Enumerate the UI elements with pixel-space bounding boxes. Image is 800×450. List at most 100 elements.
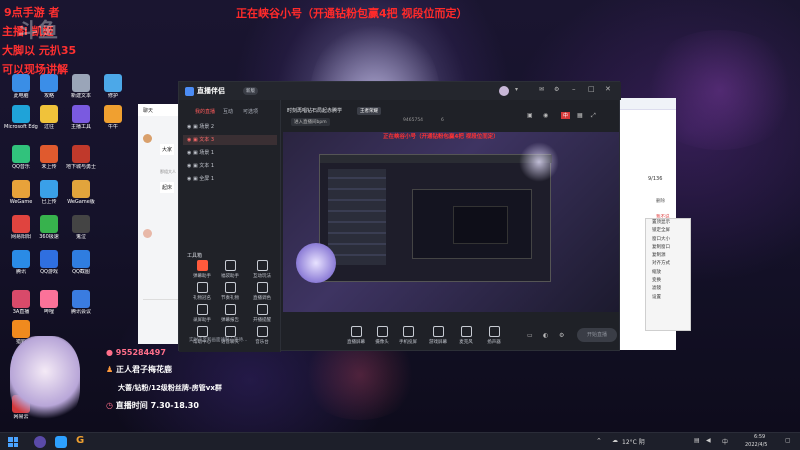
desktop-icon[interactable]: 新建文本 (64, 74, 98, 99)
desktop-icon[interactable]: 巳上传 (32, 180, 66, 205)
app-icon[interactable] (55, 436, 67, 448)
volume-icon[interactable]: ◀ (706, 437, 711, 444)
lock-icon[interactable]: ▣ (527, 112, 533, 119)
context-menu-item[interactable]: 复制源 (646, 252, 690, 260)
desktop-icon[interactable]: 腾讯会议 (64, 290, 98, 315)
toolbox-item[interactable]: 节奏礼物 (217, 282, 243, 301)
toolbox-title: 工具箱 (187, 253, 203, 259)
context-menu-item[interactable]: 设置 (646, 294, 690, 302)
source-button[interactable]: 游戏屏幕 (425, 326, 451, 345)
mode-tag[interactable]: 进入直播间bpm (291, 118, 330, 126)
context-menu[interactable]: 置顶显示 锁定全屏 窗口大小 复制窗口 复制源 对齐方式 缩放 变换 滤镜 设置 (645, 218, 691, 331)
tool-icon (224, 260, 236, 271)
minimize-icon[interactable]: – (572, 85, 576, 93)
source-button[interactable]: 扬声器 (481, 326, 507, 345)
toolbox-item[interactable]: 录屏助手 (189, 304, 215, 323)
source-button[interactable]: 直播屏幕 (343, 326, 369, 345)
game-tag[interactable]: 王者荣耀 (357, 107, 381, 115)
version-badge[interactable]: 新版 (243, 87, 258, 95)
list-item[interactable]: 删除 (656, 198, 665, 204)
browser-icon[interactable]: G (76, 435, 84, 446)
desktop-icon[interactable]: 地下城与勇士 (64, 145, 98, 170)
desktop-icon[interactable]: 牛牛 (96, 105, 130, 130)
source-button[interactable]: 麦克风 (453, 326, 479, 345)
source-label: 直播屏幕 (347, 340, 365, 345)
context-menu-item[interactable]: 对齐方式 (646, 260, 690, 268)
weather-text[interactable]: 12°C 阴 (622, 437, 645, 446)
clock-time[interactable]: 6:59 (754, 434, 765, 440)
settings-icon[interactable]: ⚙ (554, 86, 559, 93)
context-menu-item[interactable]: 窗口大小 (646, 236, 690, 244)
desktop-icon[interactable]: 哔哩 (32, 290, 66, 315)
mail-icon[interactable]: ✉ (539, 86, 544, 93)
desktop-icon-label: 主播工具 (70, 124, 91, 130)
desktop-icon[interactable]: 360极速 (32, 215, 66, 240)
scene-item[interactable]: ◉ ▣ 文本 1 (183, 161, 277, 171)
chevron-down-icon[interactable]: ▾ (515, 86, 518, 93)
scene-item[interactable]: ◉ ▣ 全屏 1 (183, 174, 277, 184)
context-menu-item[interactable]: 复制窗口 (646, 244, 690, 252)
source-label: 游戏屏幕 (429, 340, 447, 345)
desktop-icon[interactable]: 过往 (32, 105, 66, 130)
desktop-icon[interactable]: QQ截图 (64, 250, 98, 275)
desktop-app-icon (12, 215, 30, 233)
streaming-app-window[interactable]: 直播伴侣 新版 ▾ ✉ ⚙ – □ ✕ 我的直播 互动 可选项 ◉ ▣ 场景 2… (178, 81, 691, 352)
app-logo-icon (185, 87, 194, 96)
toolbox-item[interactable]: 互动玩法 (249, 260, 275, 279)
desktop-icon[interactable]: 修护 (96, 74, 130, 99)
toolbox-item[interactable]: 直播调色 (249, 282, 275, 301)
desktop-app-icon (12, 105, 30, 123)
share-icon[interactable]: ⤢ (591, 112, 596, 120)
gear-icon[interactable]: ⚙ (559, 332, 564, 339)
nested-icon-column (328, 169, 386, 265)
toolbox-item[interactable]: 礼物冠名 (189, 282, 215, 301)
source-icon (488, 326, 500, 337)
stream-preview[interactable]: 正在峡谷小号（开通钻粉包赢4把 视段位而定） (283, 132, 619, 312)
desktop-icon[interactable]: 未上传 (32, 145, 66, 170)
source-button[interactable]: 摄像头 (369, 326, 395, 345)
start-live-button[interactable]: 开始直播 (577, 328, 617, 342)
tool-label: 节奏礼物 (221, 296, 239, 301)
toolbox-item[interactable]: 福袋助手 (217, 260, 243, 279)
desktop-app-icon (40, 180, 58, 198)
context-menu-item[interactable]: 置顶显示 (646, 219, 690, 227)
toolbox-item[interactable]: 弹幕报告 (217, 304, 243, 323)
record-icon[interactable]: ▭ (527, 332, 533, 339)
clock-date[interactable]: 2022/4/5 (745, 442, 767, 448)
app-icon[interactable] (34, 436, 46, 448)
desktop-icon[interactable]: QQ游戏 (32, 250, 66, 275)
tab-my-live[interactable]: 我的直播 (195, 108, 215, 115)
desktop-icon[interactable]: 攻略 (32, 74, 66, 99)
grid-icon[interactable]: ▦ (577, 112, 583, 119)
scene-item[interactable]: ◉ ▣ 文本 3 (183, 135, 277, 145)
camera-icon[interactable]: ◉ (543, 112, 548, 119)
start-icon[interactable] (8, 437, 18, 447)
source-button[interactable]: 手机投屏 (395, 326, 421, 345)
desktop-icon[interactable]: 鬼泣 (64, 215, 98, 240)
context-menu-item[interactable]: 滤镜 (646, 285, 690, 293)
desktop-icon[interactable]: 主播工具 (64, 105, 98, 130)
context-menu-item[interactable]: 锁定全屏 (646, 227, 690, 235)
network-icon[interactable]: ▤ (694, 437, 700, 444)
close-icon[interactable]: ✕ (605, 85, 611, 93)
tab-interact[interactable]: 互动 (223, 108, 233, 115)
context-menu-item[interactable]: 缩放 (646, 269, 690, 277)
maximize-icon[interactable]: □ (588, 85, 595, 93)
tab-options[interactable]: 可选项 (243, 108, 258, 115)
lang-indicator[interactable]: 中 (722, 437, 728, 446)
toolbox-item[interactable]: 开播提醒 (249, 304, 275, 323)
scene-item[interactable]: ◉ ▣ 场景 2 (183, 122, 277, 132)
desktop-icon[interactable]: WeGame版 (64, 180, 98, 205)
scene-item[interactable]: ◉ ▣ 场景 1 (183, 148, 277, 158)
stream-title[interactable]: 时刻再唱钻石局起赤腾学 (287, 107, 342, 114)
chat-sender: 那组大人 (160, 169, 176, 174)
user-avatar[interactable] (499, 86, 509, 96)
desktop-app-icon (12, 290, 30, 308)
notification-icon[interactable]: ▢ (785, 437, 791, 444)
follower-count: 6 (441, 118, 444, 123)
toolbox-item[interactable]: 音乐台 (249, 326, 275, 345)
toolbox-item[interactable]: 弹幕助手 (189, 260, 215, 279)
context-menu-item[interactable]: 变换 (646, 277, 690, 285)
eye-icon[interactable]: ◐ (543, 332, 548, 339)
chevron-up-icon[interactable]: ⌃ (596, 437, 602, 445)
